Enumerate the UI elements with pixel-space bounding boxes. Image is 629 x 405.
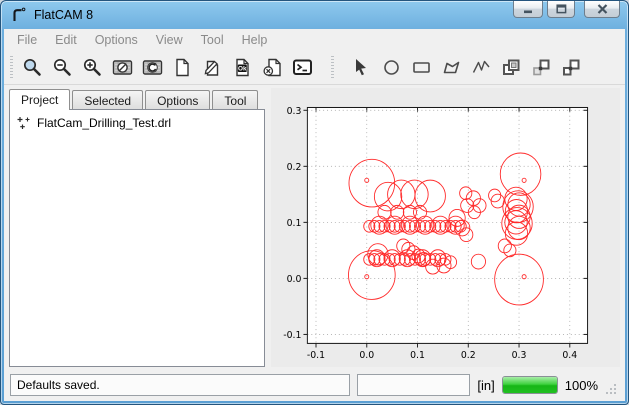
terminal-icon [292, 57, 313, 78]
new-blank-geometry-button[interactable] [167, 54, 197, 82]
project-tree[interactable]: FlatCam_Drilling_Test.drl [9, 109, 265, 367]
select-tool-button[interactable] [346, 54, 376, 82]
zoom-fit-icon [22, 57, 43, 78]
svg-text:0.0: 0.0 [359, 350, 374, 361]
rectangle-shape-icon [411, 57, 432, 78]
status-message: Defaults saved. [10, 374, 350, 396]
tree-item-label: FlatCam_Drilling_Test.drl [37, 116, 171, 130]
svg-text:0.2: 0.2 [461, 350, 476, 361]
statusbar: Defaults saved. [in] 100% [4, 371, 625, 401]
titlebar[interactable]: FlatCAM 8 [1, 1, 628, 29]
maximize-button[interactable] [547, 1, 575, 18]
replot-icon [142, 57, 163, 78]
caption-buttons [509, 1, 620, 18]
add-polygon-tool-button[interactable] [436, 54, 466, 82]
tab-selected[interactable]: Selected [72, 90, 143, 109]
svg-text:0.1: 0.1 [287, 218, 302, 229]
clear-plot-icon [112, 57, 133, 78]
add-rectangle-tool-button[interactable] [406, 54, 436, 82]
new-document-icon [172, 57, 193, 78]
polyline-path-icon [471, 57, 492, 78]
drill-plot[interactable]: -0.1 0.0 0.1 0.2 0.3 0.4 -0.1 0.0 0.1 0.2 0.3 [271, 88, 620, 367]
svg-text:0.0: 0.0 [287, 274, 302, 285]
toolbar: Ok [4, 51, 625, 85]
move-objects-tool-button[interactable] [526, 54, 556, 82]
move-objects-icon [531, 57, 552, 78]
svg-text:Ok: Ok [238, 65, 247, 72]
window-title: FlatCAM 8 [34, 8, 93, 22]
select-arrow-icon [351, 57, 372, 78]
transfer-objects-icon [561, 57, 582, 78]
left-pane: Project Selected Options Tool FlatCam_Dr… [9, 88, 265, 367]
clear-plot-button[interactable] [107, 54, 137, 82]
minimize-button[interactable] [513, 1, 543, 18]
command-shell-button[interactable] [287, 54, 317, 82]
svg-text:0.1: 0.1 [410, 350, 425, 361]
copy-objects-icon [501, 57, 522, 78]
menu-options[interactable]: Options [86, 30, 147, 50]
resize-grip[interactable] [605, 383, 618, 396]
svg-text:0.2: 0.2 [287, 162, 302, 173]
menubar: File Edit Options View Tool Help [4, 29, 625, 51]
update-geometry-ok-button[interactable]: Ok [227, 54, 257, 82]
svg-text:0.3: 0.3 [287, 106, 302, 117]
main-area: Project Selected Options Tool FlatCam_Dr… [4, 85, 625, 371]
tab-options[interactable]: Options [145, 90, 210, 109]
progress-bar [502, 376, 558, 394]
progress-fill [503, 377, 557, 393]
status-aux-field [357, 374, 470, 396]
polygon-shape-icon [441, 57, 462, 78]
zoom-in-button[interactable] [77, 54, 107, 82]
menu-view[interactable]: View [147, 30, 192, 50]
close-button[interactable] [584, 1, 620, 18]
zoom-out-icon [52, 57, 73, 78]
flatcam-logo-icon [10, 6, 28, 24]
cancel-edit-button[interactable] [257, 54, 287, 82]
window-client-area: File Edit Options View Tool Help [4, 29, 625, 401]
document-pencil-icon [202, 57, 223, 78]
add-path-tool-button[interactable] [466, 54, 496, 82]
menu-help[interactable]: Help [233, 30, 277, 50]
drill-object-icon [16, 115, 32, 131]
zoom-in-icon [82, 57, 103, 78]
document-ok-icon: Ok [232, 57, 253, 78]
edit-geometry-button[interactable] [197, 54, 227, 82]
tree-item-drill-object[interactable]: FlatCam_Drilling_Test.drl [12, 113, 262, 133]
progress-percent-label: 100% [565, 378, 598, 393]
circle-shape-icon [381, 57, 402, 78]
flatcam-window: FlatCAM 8 File Edit [0, 0, 629, 405]
units-label: [in] [477, 378, 494, 393]
menu-edit[interactable]: Edit [46, 30, 86, 50]
replot-button[interactable] [137, 54, 167, 82]
plot-canvas[interactable]: -0.1 0.0 0.1 0.2 0.3 0.4 -0.1 0.0 0.1 0.2 0.3 [271, 88, 620, 367]
zoom-fit-button[interactable] [17, 54, 47, 82]
tab-project[interactable]: Project [9, 89, 70, 110]
add-circle-tool-button[interactable] [376, 54, 406, 82]
zoom-out-button[interactable] [47, 54, 77, 82]
svg-text:-0.1: -0.1 [307, 350, 325, 361]
minimize-icon [523, 5, 534, 14]
toolbar-gripper-2[interactable] [331, 56, 334, 80]
svg-text:0.3: 0.3 [512, 350, 527, 361]
close-icon [597, 4, 608, 14]
tab-tool[interactable]: Tool [212, 90, 258, 109]
svg-text:0.4: 0.4 [562, 350, 577, 361]
notebook-tabs: Project Selected Options Tool [9, 88, 265, 109]
menu-tool[interactable]: Tool [192, 30, 233, 50]
menu-file[interactable]: File [8, 30, 46, 50]
copy-objects-tool-button[interactable] [496, 54, 526, 82]
toolbar-gripper[interactable] [10, 56, 13, 80]
transfer-objects-tool-button[interactable] [556, 54, 586, 82]
maximize-icon [556, 4, 567, 14]
document-cancel-icon [262, 57, 283, 78]
svg-text:-0.1: -0.1 [283, 330, 301, 341]
